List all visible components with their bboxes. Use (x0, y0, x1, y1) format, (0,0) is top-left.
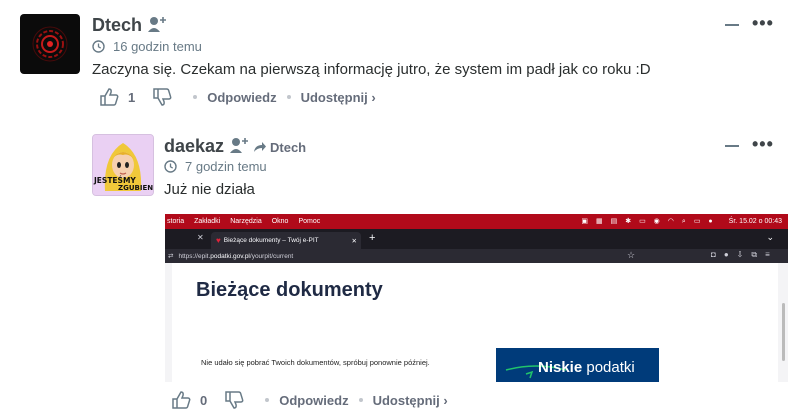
reply-to-user[interactable]: Dtech (270, 140, 306, 155)
page-content: Bieżące dokumenty Nie udało się pobrać T… (172, 263, 778, 382)
menu-item: Okno (271, 218, 289, 225)
thumbs-down-icon (153, 88, 172, 106)
follow-user-icon[interactable] (230, 136, 250, 159)
separator-dot (265, 398, 270, 402)
clock-icon (164, 160, 177, 173)
bookmark-star-icon: ☆ (627, 250, 636, 260)
menu-clock: Śr. 15.02 o 00:43 (728, 218, 782, 225)
reply-button[interactable]: Odpowiedz (279, 393, 348, 408)
avatar-caption-2: ZGUBIENI (118, 184, 154, 192)
clock-icon (92, 40, 105, 53)
tab-list-icon: ⌄ (766, 232, 774, 242)
comment-timestamp[interactable]: 16 godzin temu (113, 39, 202, 54)
comment-text: Już nie działa (164, 181, 255, 198)
share-button[interactable]: Udostępnij › (373, 393, 448, 408)
page-heading: Bieżące dokumenty (196, 279, 383, 301)
follow-user-icon[interactable] (148, 15, 168, 38)
thumbs-down-icon (225, 391, 244, 409)
menu-item: Zakładki (194, 218, 221, 225)
close-tab-icon: ✕ (197, 233, 204, 242)
more-options-button[interactable]: ••• (752, 134, 774, 155)
menu-item: Narzędzia (230, 218, 262, 225)
separator-dot (193, 95, 198, 99)
promo-banner: Niskie podatki (496, 348, 659, 382)
upvote-count: 1 (128, 89, 136, 105)
comment-avatar-daekaz[interactable]: JESTEŚMY ZGUBIENI (92, 134, 154, 196)
upvote-button[interactable] (100, 88, 120, 106)
comment-author[interactable]: daekaz (164, 136, 224, 157)
heart-favicon-icon: ♥ (216, 236, 221, 245)
menu-item: storia (167, 218, 185, 225)
macos-menu-bar: storia Zakładki Narzędzia Okno Pomoc ▣▦▤… (165, 214, 788, 229)
close-tab-icon: ✕ (351, 237, 357, 245)
url-prefix: https://epit. (178, 252, 211, 260)
separator-dot (286, 95, 291, 99)
separator-dot (358, 398, 363, 402)
new-tab-icon: + (369, 232, 376, 244)
page-info-icon: ⇄ (168, 253, 174, 260)
reply-arrow-icon (253, 140, 267, 158)
browser-tab-strip: ✕ ♥ Bieżące dokumenty – Twój e-PIT ✕ + ⌄ (165, 229, 788, 249)
menu-item: Pomoc (298, 218, 321, 225)
share-button[interactable]: Udostępnij › (301, 90, 376, 105)
downvote-button[interactable] (225, 391, 245, 409)
browser-page: Bieżące dokumenty Nie udało się pobrać T… (165, 263, 788, 382)
thumbs-up-icon (100, 88, 119, 106)
comment-text: Zaczyna się. Czekam na pierwszą informac… (92, 61, 651, 78)
tab-title: Bieżące dokumenty – Twój e-PIT (223, 237, 319, 244)
comment-image-attachment[interactable]: storia Zakładki Narzędzia Okno Pomoc ▣▦▤… (165, 214, 788, 382)
promo-rest: podatki (582, 359, 635, 376)
collapse-thread-button[interactable] (725, 24, 739, 26)
status-icons: ▣▦▤✱▭◉◠⌕▭● (581, 218, 721, 225)
browser-tab: ♥ Bieżące dokumenty – Twój e-PIT ✕ (211, 232, 361, 249)
comment-avatar-dtech[interactable] (20, 14, 80, 74)
downvote-button[interactable] (153, 88, 173, 106)
promo-bold: Niskie (538, 359, 583, 376)
url-domain: podatki.gov.pl (210, 252, 250, 260)
comment-author[interactable]: Dtech (92, 15, 142, 36)
avatar-red-ring-icon (32, 26, 68, 62)
browser-url-bar: ⇄ https://epit. podatki.gov.pl/yourpit/cu… (165, 249, 788, 263)
thumbs-up-icon (172, 391, 191, 409)
page-scrollbar (782, 303, 785, 361)
toolbar-icons: ◘●⇩⧉≡ (711, 250, 778, 259)
upvote-button[interactable] (172, 391, 192, 409)
promo-text: Niskie podatki (538, 359, 635, 376)
more-options-button[interactable]: ••• (752, 13, 774, 34)
url-path: /yourpit/current (249, 252, 294, 260)
comment-timestamp[interactable]: 7 godzin temu (185, 159, 267, 174)
upvote-count: 0 (200, 392, 208, 408)
reply-button[interactable]: Odpowiedz (207, 90, 276, 105)
error-message: Nie udało się pobrać Twoich dokumentów, … (201, 358, 430, 367)
collapse-thread-button[interactable] (725, 145, 739, 147)
